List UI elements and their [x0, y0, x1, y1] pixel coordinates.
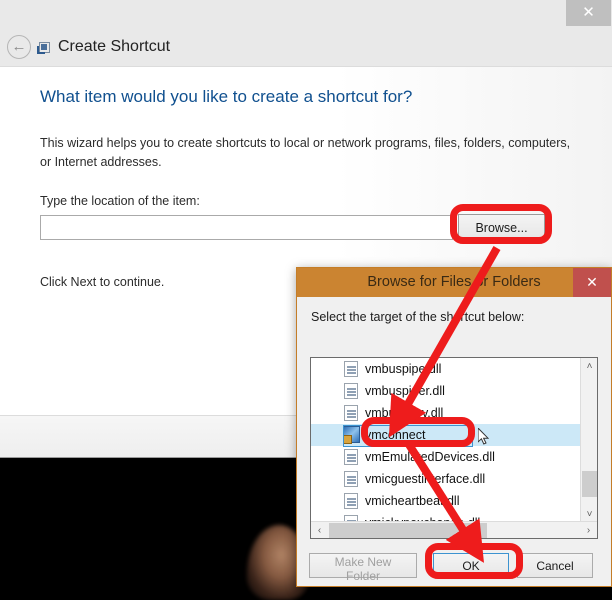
list-item[interactable]: vmicguestinterface.dll	[311, 468, 580, 490]
list-item-label: vmicheartbeat.dll	[365, 494, 460, 508]
list-item[interactable]: vmbuspiper.dll	[311, 380, 580, 402]
dll-file-icon	[344, 449, 358, 465]
dll-file-icon	[344, 383, 358, 399]
shortcut-icon	[37, 42, 50, 54]
wizard-navbar: ← Create Shortcut	[0, 26, 612, 67]
next-hint-text: Click Next to continue.	[40, 275, 165, 289]
vertical-scroll-thumb[interactable]	[582, 471, 597, 497]
location-label: Type the location of the item:	[40, 194, 200, 208]
dialog-subtitle: Select the target of the shortcut below:	[311, 310, 525, 324]
mouse-cursor-icon	[478, 428, 490, 445]
make-new-folder-button[interactable]: Make New Folder	[309, 553, 417, 583]
list-item[interactable]: vmbuspipe.dll	[311, 358, 580, 380]
scroll-up-icon[interactable]: ˄	[581, 358, 597, 375]
dialog-button-row: Make New Folder OK Cancel	[297, 549, 611, 587]
wizard-titlebar	[0, 0, 612, 26]
browse-button[interactable]: Browse...	[458, 214, 545, 241]
browse-dialog: Browse for Files or Folders ✕ Select the…	[296, 267, 612, 587]
list-item[interactable]: vmconnect	[311, 424, 580, 446]
dialog-title: Browse for Files or Folders	[367, 274, 541, 290]
scroll-left-icon[interactable]: ‹	[311, 522, 328, 538]
horizontal-scrollbar[interactable]: ‹ ›	[311, 521, 597, 538]
dialog-titlebar: Browse for Files or Folders	[297, 268, 611, 297]
list-item-label: vmEmulatedDevices.dll	[365, 450, 495, 464]
ok-button[interactable]: OK	[433, 553, 509, 578]
dll-file-icon	[344, 493, 358, 509]
list-item-label: vmbusvdev.dll	[365, 406, 444, 420]
list-item[interactable]: vmEmulatedDevices.dll	[311, 446, 580, 468]
dll-file-icon	[344, 361, 358, 377]
close-icon[interactable]: ✕	[566, 0, 611, 26]
page-title: What item would you like to create a sho…	[40, 87, 413, 106]
location-input[interactable]	[40, 215, 453, 240]
horizontal-scroll-thumb[interactable]	[329, 523, 487, 538]
file-listbox[interactable]: vmbuspipe.dll vmbuspiper.dll vmbusvdev.dll…	[310, 357, 598, 539]
exe-app-icon	[343, 426, 360, 444]
description-text: This wizard helps you to create shortcut…	[40, 136, 571, 169]
file-list: vmbuspipe.dll vmbuspiper.dll vmbusvdev.dll…	[311, 358, 580, 523]
dll-file-icon	[344, 405, 358, 421]
list-item[interactable]: vmbusvdev.dll	[311, 402, 580, 424]
scroll-right-icon[interactable]: ›	[580, 522, 597, 538]
list-item[interactable]: vmicheartbeat.dll	[311, 490, 580, 512]
vertical-scrollbar[interactable]: ˄ ˅	[580, 358, 597, 523]
back-button[interactable]: ←	[7, 35, 31, 59]
list-item-label: vmbuspipe.dll	[365, 362, 442, 376]
dialog-close-icon[interactable]: ✕	[573, 268, 611, 297]
list-item-label: vmbuspiper.dll	[365, 384, 445, 398]
list-item-label: vmicguestinterface.dll	[365, 472, 486, 486]
cancel-button[interactable]: Cancel	[517, 553, 593, 578]
list-item-label: vmconnect	[365, 428, 426, 442]
window-title: Create Shortcut	[58, 38, 171, 55]
dll-file-icon	[344, 471, 358, 487]
